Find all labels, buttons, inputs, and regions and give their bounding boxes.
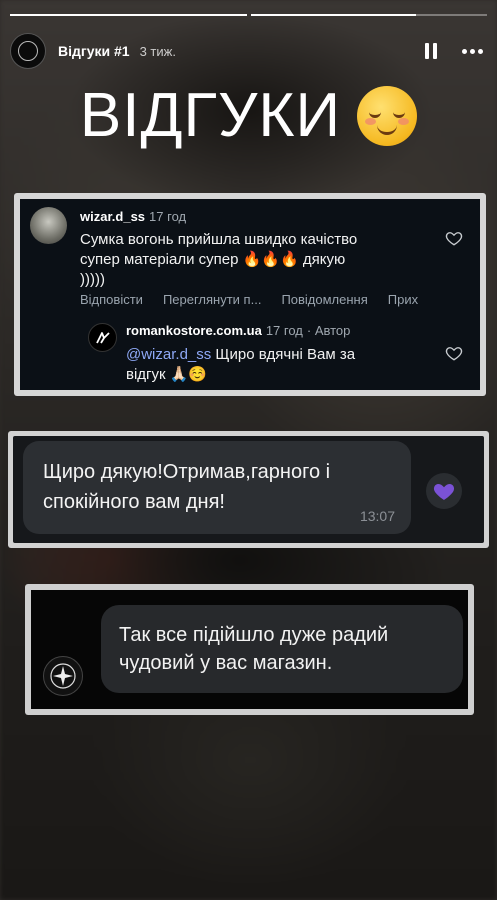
headline-text: ВІДГУКИ [79,81,342,150]
message-timestamp: 13:07 [359,508,395,524]
author-badge: · Автор [306,323,351,338]
message-text: Щиро дякую!Отримав,гарного і спокійного … [43,461,331,513]
message-link: Повідомлення [281,292,368,307]
commenter-username: wizar.d_ss [80,209,146,224]
message-bubble: Щиро дякую!Отримав,гарного і спокійного … [23,441,411,534]
comment-actions: Відповісти Переглянути п... Повідомлення… [80,292,418,307]
message-screenshot-1: Щиро дякую!Отримав,гарного і спокійного … [8,431,489,548]
story-header: Відгуки #1 3 тиж. [10,33,487,69]
comments-screenshot: wizar.d_ss 17 год Сумка вогонь прийшла шв… [14,193,486,396]
view-replies-link: Переглянути п... [162,292,262,307]
story-title[interactable]: Відгуки #1 [58,43,130,59]
pause-icon[interactable] [419,39,443,63]
reply-time: 17 год [265,323,303,338]
comment-text: Сумка вогонь прийшла швидко качіство суп… [80,231,358,288]
comment-time: 17 год [149,209,187,224]
reply-text: @wizar.d_ss Щиро вдячні Вам за відгук 🙏🏻… [126,345,396,385]
headline: ВІДГУКИ [0,80,497,151]
like-heart-icon [445,232,463,246]
progress-segment-1 [10,14,247,16]
message-text: Так все підійшло дуже радий чудовий у ва… [119,624,389,674]
more-options-icon[interactable] [457,39,487,63]
story-time: 3 тиж. [139,43,176,59]
reply-header: romankostore.com.ua 17 год · Автор [126,323,350,338]
reaction-badge [426,473,462,509]
message-screenshot-2: Так все підійшло дуже радий чудовий у ва… [25,584,474,715]
message-bubble: Так все підійшло дуже радий чудовий у ва… [101,605,463,693]
smiling-face-icon [357,85,418,146]
store-logo-icon [95,331,110,343]
star-logo-icon [50,663,76,689]
purple-heart-icon [433,484,455,500]
reply-link: Відповісти [80,292,143,307]
store-avatar [88,323,117,352]
commenter-avatar [30,207,67,244]
progress-segment-2 [250,14,487,16]
hide-link: Прих [387,292,419,307]
story-progress-bar [10,14,487,17]
profile-avatar[interactable] [10,33,46,69]
reply-mention: @wizar.d_ss [126,346,212,363]
comment-header: wizar.d_ss 17 год [80,209,186,224]
like-heart-icon [445,347,463,361]
customer-avatar [43,656,83,696]
store-username: romankostore.com.ua [126,323,262,338]
